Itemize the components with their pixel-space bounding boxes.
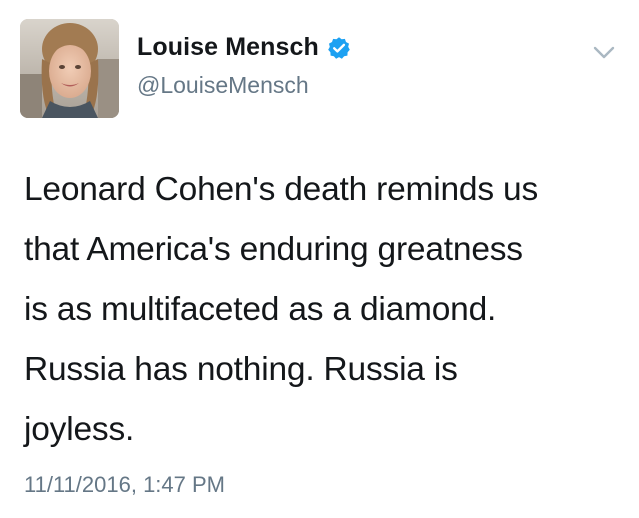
tweet-card: Louise Mensch @LouiseMensch Leonard Cohe… [0, 0, 639, 518]
chevron-down-icon[interactable] [592, 45, 616, 61]
avatar-photo [20, 19, 119, 118]
tweet-text-line: is as multifaceted as a diamond. [24, 291, 497, 328]
avatar[interactable] [20, 19, 119, 118]
author-display-name[interactable]: Louise Mensch [137, 33, 319, 62]
author-handle[interactable]: @LouiseMensch [137, 72, 309, 99]
author-name-row[interactable]: Louise Mensch [137, 33, 351, 62]
verified-badge-icon [327, 36, 351, 60]
tweet-text-line: joyless. [24, 411, 135, 448]
tweet-timestamp[interactable]: 11/11/2016, 1:47 PM [24, 472, 225, 498]
tweet-text-line: Leonard Cohen's death reminds us [24, 171, 538, 208]
tweet-text-line: Russia has nothing. Russia is [24, 351, 458, 388]
tweet-text-line: that America's enduring greatness [24, 231, 523, 268]
tweet-text: Leonard Cohen's death reminds us that Am… [24, 160, 624, 460]
